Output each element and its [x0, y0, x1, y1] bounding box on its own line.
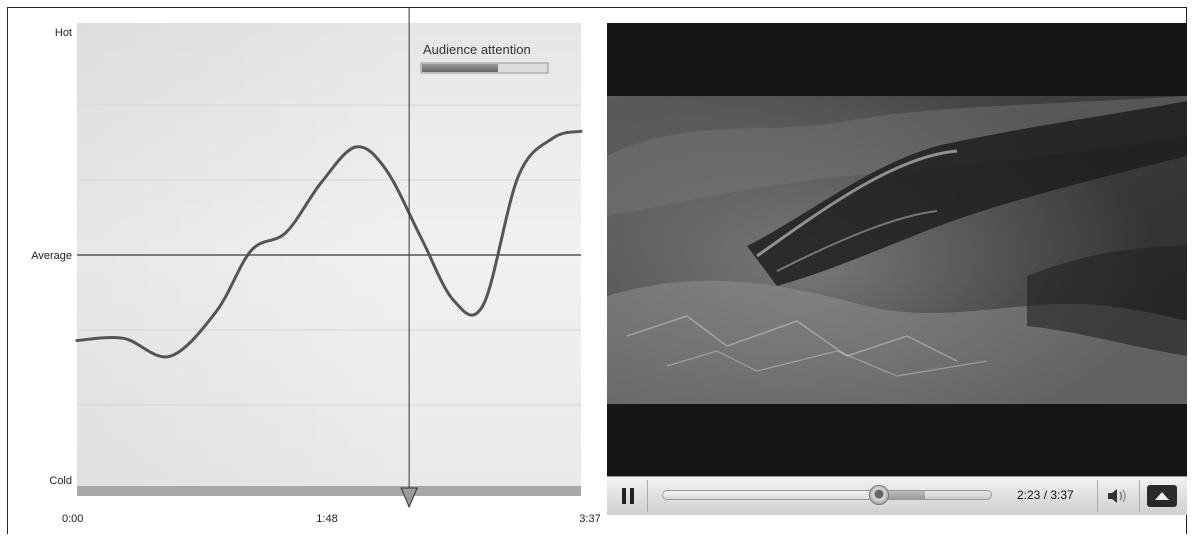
pause-icon: [622, 488, 626, 504]
player-controls: 2:23 / 3:37: [607, 476, 1187, 515]
pause-icon-bar: [630, 488, 634, 504]
expand-icon: [1155, 492, 1169, 500]
video-frame[interactable]: [607, 96, 1187, 404]
volume-button[interactable]: [1104, 485, 1132, 507]
time-display: 2:23 / 3:37: [1017, 488, 1074, 502]
x-tick-label-mid: 1:48: [316, 513, 337, 525]
y-tick-label-cold: Cold: [49, 475, 72, 487]
timeline-band: [77, 486, 581, 496]
attention-chart: Hot Average Cold 0:00 1:48 3:37 Audience…: [31, 8, 600, 525]
playhead-marker[interactable]: [400, 487, 418, 509]
controls-divider: [1139, 480, 1140, 512]
legend-label: Audience attention: [423, 42, 531, 57]
video-player[interactable]: [607, 23, 1187, 515]
controls-divider: [647, 480, 648, 512]
x-tick-label-end: 3:37: [579, 513, 600, 525]
y-tick-label-hot: Hot: [55, 27, 72, 39]
legend-swatch-fill: [422, 64, 498, 72]
expand-button[interactable]: [1147, 485, 1177, 507]
seek-bar[interactable]: [662, 490, 992, 500]
x-tick-label-start: 0:00: [62, 513, 83, 525]
volume-icon: [1108, 489, 1126, 503]
seek-played: [663, 491, 880, 499]
y-tick-label-average: Average: [31, 250, 72, 262]
controls-divider: [1097, 480, 1098, 512]
pause-button[interactable]: [613, 482, 643, 510]
seek-handle[interactable]: [869, 485, 890, 505]
